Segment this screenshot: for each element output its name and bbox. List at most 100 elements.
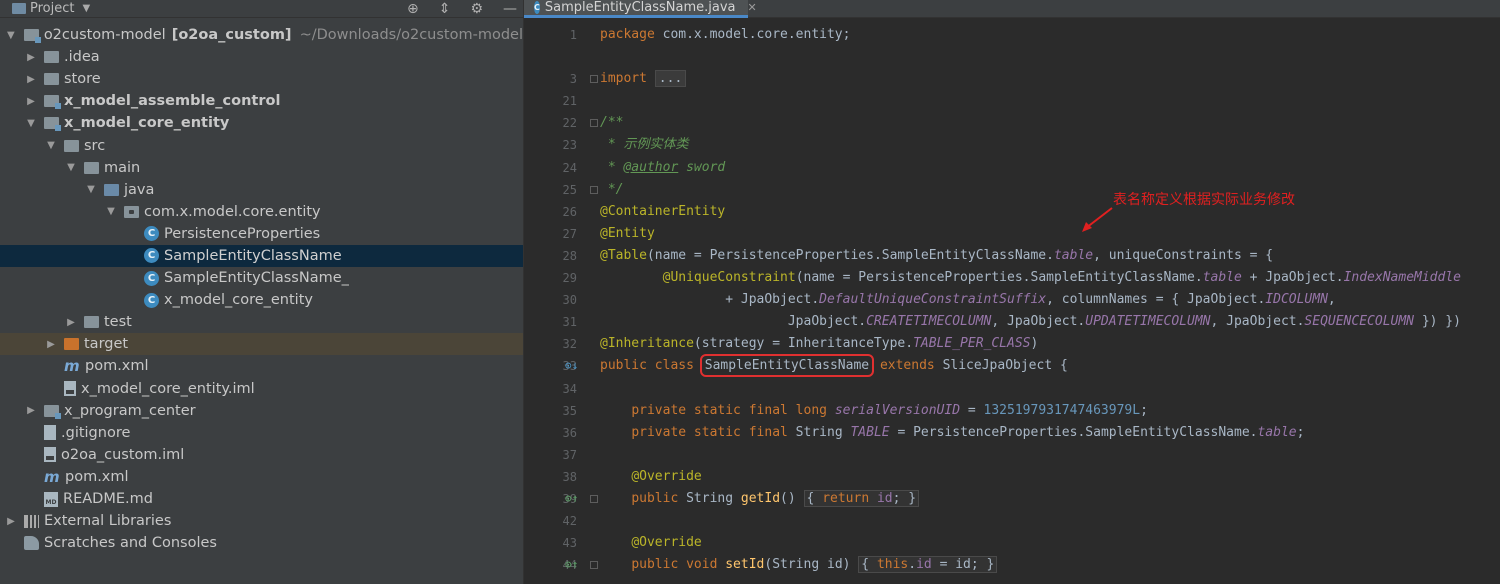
line-number: 36 xyxy=(524,422,588,444)
tree-item-label: x_model_core_entity xyxy=(64,115,230,132)
code-line[interactable]: @Table(name = PersistenceProperties.Samp… xyxy=(600,245,1500,267)
tree-item[interactable]: ▶MDREADME.md xyxy=(0,488,523,510)
chevron-right-icon[interactable]: ▶ xyxy=(4,516,18,527)
module-folder-icon xyxy=(44,117,61,132)
code-line[interactable] xyxy=(600,378,1500,400)
code-line[interactable]: * 示例实体类 xyxy=(600,134,1500,156)
code-line[interactable]: * @author sword xyxy=(600,157,1500,179)
project-panel-title[interactable]: Project xyxy=(30,1,74,16)
tree-item[interactable]: ▶ test xyxy=(0,311,523,333)
code-line[interactable]: @Override xyxy=(600,466,1500,488)
code-line[interactable]: private static final String TABLE = Pers… xyxy=(600,422,1500,444)
tree-item[interactable]: ▶CPersistenceProperties xyxy=(0,223,523,245)
tree-item[interactable]: ▶mpom.xml xyxy=(0,355,523,377)
chevron-down-icon[interactable]: ▼ xyxy=(84,184,98,195)
close-icon[interactable]: ✕ xyxy=(748,1,757,14)
chevron-down-icon[interactable]: ▼ xyxy=(44,140,58,151)
tree-item[interactable]: ▶mpom.xml xyxy=(0,466,523,488)
tree-item-label: test xyxy=(104,314,132,331)
tab-sample-entity-class-name[interactable]: C SampleEntityClassName.java ✕ xyxy=(524,0,757,18)
override-icon[interactable]: ⊙↑ xyxy=(565,554,578,576)
line-number-text: 36 xyxy=(562,425,577,440)
code-line[interactable]: package com.x.model.core.entity; xyxy=(600,24,1500,46)
folder-icon xyxy=(84,161,99,174)
code-area[interactable]: package com.x.model.core.entity; import .… xyxy=(600,24,1500,576)
tree-item[interactable]: ▶ x_model_assemble_control xyxy=(0,90,523,112)
code-line[interactable]: private static final long serialVersionU… xyxy=(600,400,1500,422)
tree-item[interactable]: ▶Cx_model_core_entity xyxy=(0,289,523,311)
code-line[interactable]: + JpaObject.DefaultUniqueConstraintSuffi… xyxy=(600,289,1500,311)
fold-icon[interactable] xyxy=(590,185,598,194)
minimize-icon[interactable]: — xyxy=(503,1,517,17)
tree-item[interactable]: ▼ com.x.model.core.entity xyxy=(0,201,523,223)
tree-item[interactable]: ▶CSampleEntityClassName xyxy=(0,244,523,268)
tree-item-label: src xyxy=(84,137,106,154)
chevron-down-icon[interactable]: ▼ xyxy=(64,162,78,173)
tree-item[interactable]: ▶ store xyxy=(0,68,523,90)
fold-icon[interactable] xyxy=(590,561,598,570)
fold-icon[interactable] xyxy=(590,494,598,503)
tree-item[interactable]: ▶CSampleEntityClassName_ xyxy=(0,267,523,289)
chevron-right-icon[interactable]: ▶ xyxy=(44,339,58,350)
fold-icon[interactable] xyxy=(590,119,598,128)
line-number-text: 30 xyxy=(562,293,577,308)
chevron-right-icon[interactable]: ▶ xyxy=(24,74,38,85)
chevron-down-icon[interactable]: ▼ xyxy=(104,206,118,217)
code-line[interactable]: */ xyxy=(600,179,1500,201)
chevron-down-icon[interactable]: ▼ xyxy=(4,30,18,41)
tree-item[interactable]: ▼ x_model_core_entity xyxy=(0,112,523,134)
tree-item[interactable]: ▶ target xyxy=(0,333,523,356)
tree-item[interactable]: ▼ main xyxy=(0,157,523,179)
line-number-text: 23 xyxy=(562,138,577,153)
code-line[interactable]: /** xyxy=(600,112,1500,134)
code-line[interactable]: @UniqueConstraint(name = PersistenceProp… xyxy=(600,267,1500,289)
tree-item-label: pom.xml xyxy=(85,358,149,375)
tree-item-label: store xyxy=(64,71,101,88)
code-line[interactable] xyxy=(600,90,1500,112)
override-icon[interactable]: ⊙↑ xyxy=(565,488,578,510)
tree-item[interactable]: ▶ External Libraries xyxy=(0,510,523,532)
code-line[interactable]: @Inheritance(strategy = InheritanceType.… xyxy=(600,333,1500,355)
chevron-right-icon[interactable]: ▶ xyxy=(24,52,38,63)
module-folder-icon xyxy=(44,404,61,419)
editor-tab-bar: C SampleEntityClassName.java ✕ xyxy=(524,0,1500,18)
code-line[interactable]: @ContainerEntity xyxy=(600,201,1500,223)
code-line[interactable]: public class SampleEntityClassName exten… xyxy=(600,354,1500,378)
code-line[interactable] xyxy=(600,444,1500,466)
line-number-text: 24 xyxy=(562,160,577,175)
code-line[interactable] xyxy=(600,46,1500,68)
tree-item[interactable]: ▶x_model_core_entity.iml xyxy=(0,378,523,400)
tree-item[interactable]: ▶.gitignore xyxy=(0,422,523,444)
chevron-right-icon[interactable]: ▶ xyxy=(24,405,38,416)
tree-item[interactable]: ▶ .idea xyxy=(0,46,523,68)
line-number-gutter: 1 3 21 22 23 24 25 26 27 28 29 30 31 32 33 ⊙↓ 34 35 36 37 38… xyxy=(524,24,598,576)
tree-item[interactable]: ▼ src xyxy=(0,134,523,156)
tree-item[interactable]: ▼ o2custom-model [o2oa_custom] ~/Downloads/… xyxy=(0,24,523,46)
implemented-icon[interactable]: ⊙↓ xyxy=(565,355,578,377)
fold-icon[interactable] xyxy=(590,75,598,84)
project-panel-header: Project ▼ ⊕ ⇕ ⚙ — xyxy=(0,0,523,18)
line-number: 35 xyxy=(524,400,588,422)
tree-item[interactable]: ▶o2oa_custom.iml xyxy=(0,444,523,466)
locate-icon[interactable]: ⊕ xyxy=(407,1,419,17)
module-folder-icon xyxy=(23,29,41,44)
code-line[interactable]: public void setId(String id) { this.id =… xyxy=(600,554,1500,576)
tree-item[interactable]: ▶ x_program_center xyxy=(0,400,523,422)
tree-item[interactable]: ▶Scratches and Consoles xyxy=(0,532,523,554)
tree-item[interactable]: ▼ java xyxy=(0,179,523,201)
code-line[interactable]: JpaObject.CREATETIMECOLUMN, JpaObject.UP… xyxy=(600,311,1500,333)
code-line[interactable]: @Entity xyxy=(600,223,1500,245)
collapse-all-icon[interactable]: ⇕ xyxy=(439,1,451,17)
folder-icon xyxy=(84,316,99,329)
code-line[interactable]: import ... xyxy=(600,68,1500,90)
code-line[interactable] xyxy=(600,510,1500,532)
code-line[interactable]: @Override xyxy=(600,532,1500,554)
code-line[interactable]: public String getId() { return id; } xyxy=(600,488,1500,510)
gear-icon[interactable]: ⚙ xyxy=(470,1,483,17)
chevron-right-icon[interactable]: ▶ xyxy=(24,96,38,107)
line-number: 29 xyxy=(524,267,588,289)
maven-icon: m xyxy=(44,467,60,486)
chevron-down-icon[interactable]: ▼ xyxy=(82,3,90,14)
chevron-down-icon[interactable]: ▼ xyxy=(24,118,38,129)
chevron-right-icon[interactable]: ▶ xyxy=(64,317,78,328)
